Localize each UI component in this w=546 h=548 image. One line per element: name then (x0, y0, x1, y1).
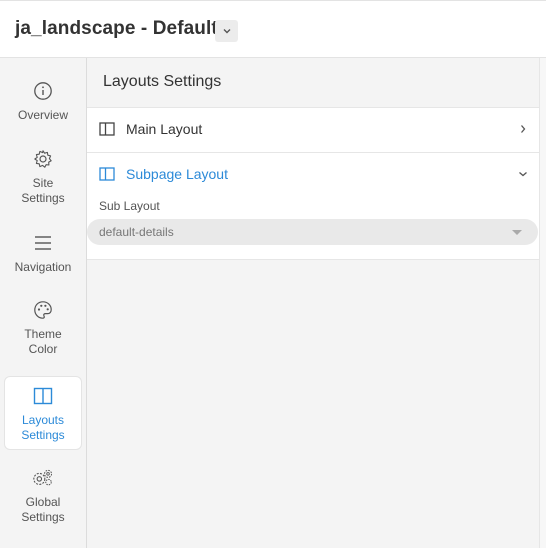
sidebar-item-layouts-settings[interactable]: Layouts Settings (4, 376, 82, 450)
palette-icon (32, 299, 54, 321)
sub-layout-select[interactable]: default-details (87, 219, 538, 245)
layout-icon (99, 167, 115, 181)
section-label: Main Layout (126, 121, 203, 137)
sidebar-item-label: Theme Color (24, 327, 62, 356)
top-bar: ja_landscape - Default (0, 0, 546, 58)
caret-down-icon (512, 230, 522, 235)
menu-icon (32, 232, 54, 254)
subpage-layout-section: Subpage Layout Sub Layout default-detail… (87, 153, 539, 260)
info-icon (32, 80, 54, 102)
chevron-down-icon (223, 29, 230, 34)
layout-icon (99, 122, 115, 136)
panel-title: Layouts Settings (103, 73, 222, 90)
template-title: ja_landscape - Default (15, 18, 218, 39)
chevron-down-icon[interactable] (517, 168, 529, 180)
sidebar: Overview Site Settings Navigation Theme … (0, 58, 87, 548)
subpage-layout-header[interactable]: Subpage Layout (99, 166, 228, 182)
main-layout-section[interactable]: Main Layout (87, 107, 539, 153)
sidebar-item-navigation[interactable]: Navigation (4, 232, 82, 280)
template-dropdown-button[interactable] (215, 20, 238, 42)
main-layout-header[interactable]: Main Layout (99, 121, 202, 137)
sub-layout-value: default-details (99, 225, 174, 239)
gear-icon (32, 148, 54, 170)
gears-icon (32, 467, 54, 489)
sidebar-item-global-settings[interactable]: Global Settings (4, 467, 82, 529)
sidebar-item-theme-color[interactable]: Theme Color (4, 299, 82, 361)
settings-panel: Layouts Settings Main Layout Subpage Lay… (87, 58, 539, 548)
sidebar-item-label: Site Settings (21, 176, 65, 205)
sub-layout-label: Sub Layout (99, 199, 160, 213)
sidebar-item-site-settings[interactable]: Site Settings (4, 148, 82, 210)
sidebar-item-overview[interactable]: Overview (4, 80, 82, 128)
sidebar-item-label: Layouts Settings (21, 413, 65, 442)
section-label: Subpage Layout (126, 166, 228, 182)
sidebar-item-label: Navigation (14, 260, 72, 274)
layout-icon (32, 385, 54, 407)
chevron-right-icon[interactable] (517, 123, 529, 135)
sidebar-item-label: Overview (17, 108, 68, 122)
scrollbar[interactable] (539, 58, 546, 548)
sidebar-item-label: Global Settings (21, 495, 65, 524)
